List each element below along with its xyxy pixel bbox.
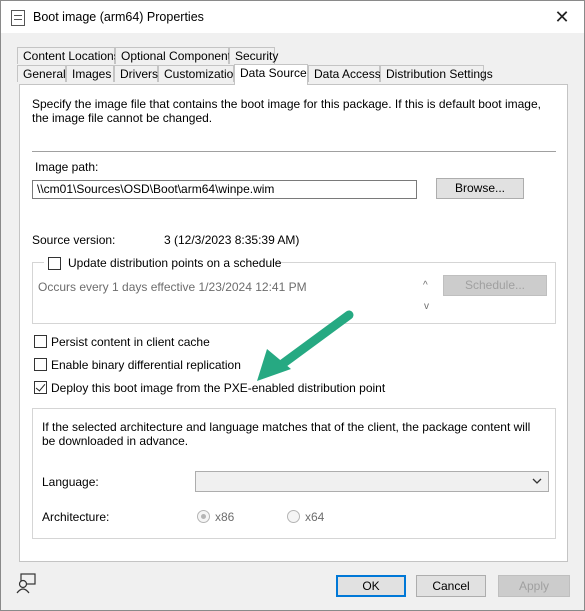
tab-general[interactable]: General — [17, 65, 66, 82]
description-text: Specify the image file that contains the… — [32, 97, 541, 125]
radio-x86-label: x86 — [215, 510, 235, 524]
tab-optional-components[interactable]: Optional Components — [115, 47, 237, 64]
separator — [32, 151, 556, 152]
binary-replication-label: Enable binary differential replication — [51, 358, 241, 372]
binary-replication-checkbox[interactable] — [34, 358, 47, 371]
tab-security[interactable]: Security — [229, 47, 278, 64]
title-bar: Boot image (arm64) Properties ✕ — [1, 1, 584, 33]
pxe-info-text: If the selected architecture and languag… — [42, 420, 531, 448]
window-title: Boot image (arm64) Properties — [33, 10, 204, 24]
ok-button[interactable]: OK — [336, 575, 406, 597]
update-schedule-label: Update distribution points on a schedule — [68, 256, 282, 270]
tab-data-access[interactable]: Data Access — [308, 65, 381, 82]
tab-data-source[interactable]: Data Source — [234, 64, 308, 85]
persist-content-checkbox[interactable] — [34, 335, 47, 348]
schedule-groupbox-header: Update distribution points on a schedule — [44, 255, 281, 271]
image-path-label: Image path: — [35, 160, 99, 174]
image-path-input[interactable]: \\cm01\Sources\OSD\Boot\arm64\winpe.wim — [32, 180, 417, 199]
scroll-down-icon[interactable]: v — [424, 301, 429, 312]
tab-content-locations[interactable]: Content Locations — [17, 47, 120, 64]
cancel-button[interactable]: Cancel — [416, 575, 486, 597]
language-dropdown[interactable] — [195, 471, 549, 492]
close-button[interactable]: ✕ — [548, 5, 576, 29]
properties-dialog: Boot image (arm64) Properties ✕ Content … — [0, 0, 585, 611]
tab-distribution-settings[interactable]: Distribution Settings — [380, 65, 493, 82]
pxe-deploy-checkbox[interactable] — [34, 381, 47, 394]
annotation-arrow — [257, 310, 354, 381]
tab-images[interactable]: Images — [66, 65, 114, 82]
user-info-icon[interactable] — [15, 572, 37, 594]
architecture-label: Architecture: — [42, 510, 110, 524]
chevron-down-icon — [532, 475, 542, 489]
tab-customization[interactable]: Customization — [158, 65, 240, 82]
browse-button[interactable]: Browse... — [436, 178, 524, 199]
source-version-value: 3 (12/3/2023 8:35:39 AM) — [164, 233, 300, 247]
update-schedule-checkbox[interactable] — [48, 257, 61, 270]
apply-button[interactable]: Apply — [498, 575, 570, 597]
scroll-up-icon[interactable]: ^ — [423, 280, 428, 291]
schedule-text: Occurs every 1 days effective 1/23/2024 … — [38, 280, 307, 294]
source-version-label: Source version: — [32, 233, 116, 247]
schedule-button[interactable]: Schedule... — [443, 275, 547, 296]
tab-drivers[interactable]: Drivers — [114, 65, 158, 82]
persist-content-label: Persist content in client cache — [51, 335, 210, 349]
radio-x86[interactable] — [197, 510, 210, 523]
radio-x64[interactable] — [287, 510, 300, 523]
language-label: Language: — [42, 475, 99, 489]
radio-x64-label: x64 — [305, 510, 325, 524]
properties-window-icon — [11, 10, 25, 26]
